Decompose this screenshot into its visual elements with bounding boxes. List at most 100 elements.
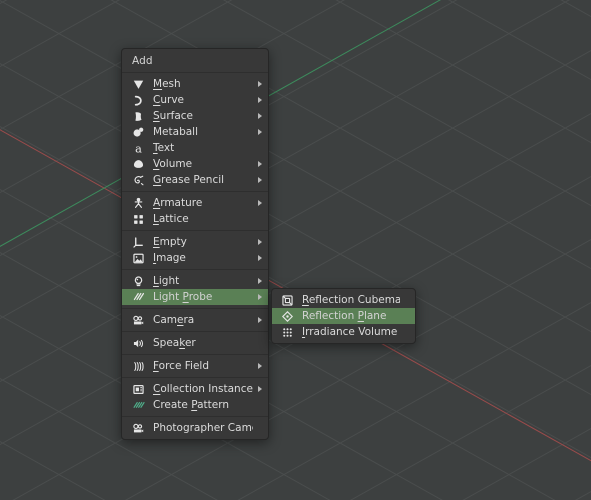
- grid-line: [0, 67, 591, 500]
- menu-item-label: Photographer Camera: [153, 422, 253, 434]
- lattice-icon: [131, 212, 146, 226]
- curve-icon: [131, 93, 146, 107]
- add-menu-item-camera[interactable]: Camera: [122, 312, 268, 328]
- add-menu-item-volume[interactable]: Volume: [122, 156, 268, 172]
- add-menu-title: Add: [132, 55, 153, 67]
- grid-line: [0, 0, 591, 53]
- reflection-plane-icon: [280, 309, 295, 323]
- light-probe-item-reflection-cubemap[interactable]: Reflection Cubemap: [272, 292, 415, 308]
- light-probe-item-reflection-plane[interactable]: Reflection Plane: [272, 308, 415, 324]
- light-probe-item-irradiance-volume[interactable]: Irradiance Volume: [272, 324, 415, 340]
- menu-separator: [122, 191, 268, 192]
- light-icon: [131, 274, 146, 288]
- add-menu-item-armature[interactable]: Armature: [122, 195, 268, 211]
- grid-line: [0, 0, 591, 441]
- grid-line: [0, 0, 591, 116]
- add-menu-item-light[interactable]: Light: [122, 273, 268, 289]
- grid-line: [0, 0, 591, 305]
- menu-item-label: Light: [153, 275, 180, 287]
- submenu-arrow-icon: [253, 113, 262, 119]
- submenu-arrow-icon: [253, 386, 262, 392]
- blender-3d-viewport[interactable]: Add Mesh Curve Surface Metaball a Text Volume G…: [0, 0, 591, 500]
- grid-line: [0, 0, 591, 126]
- grid-line: [0, 14, 591, 500]
- add-menu[interactable]: Add Mesh Curve Surface Metaball a Text Volume G…: [121, 48, 269, 440]
- submenu-arrow-icon: [253, 200, 262, 206]
- add-menu-item-speaker[interactable]: Speaker: [122, 335, 268, 351]
- menu-item-label: Grease Pencil: [153, 174, 225, 186]
- menu-item-label: Speaker: [153, 337, 196, 349]
- add-menu-item-create-pattern[interactable]: Create Pattern: [122, 397, 268, 413]
- grid-line: [0, 329, 591, 500]
- add-menu-item-list: Mesh Curve Surface Metaball a Text Volume Greas…: [122, 73, 268, 436]
- grid-line: [0, 445, 591, 500]
- grid-line: [0, 382, 591, 500]
- submenu-arrow-icon: [253, 278, 262, 284]
- add-menu-item-image[interactable]: Image: [122, 250, 268, 266]
- add-menu-item-collection-instance[interactable]: Collection Instance: [122, 381, 268, 397]
- force-field-icon: [131, 359, 146, 373]
- grid-line: [0, 319, 591, 500]
- irradiance-volume-icon: [280, 325, 295, 339]
- menu-item-label: Curve: [153, 94, 184, 106]
- light-probe-submenu[interactable]: Reflection Cubemap Reflection Plane Irradi…: [271, 288, 416, 344]
- add-menu-item-curve[interactable]: Curve: [122, 92, 268, 108]
- menu-item-label: Image: [153, 252, 186, 264]
- empty-icon: [131, 235, 146, 249]
- menu-item-label: Camera: [153, 314, 195, 326]
- surface-icon: [131, 109, 146, 123]
- submenu-arrow-icon: [253, 177, 262, 183]
- camera-icon: [131, 313, 146, 327]
- grid-line: [0, 0, 591, 431]
- menu-item-label: Create Pattern: [153, 399, 230, 411]
- axis-line-y: [0, 0, 553, 426]
- create-pattern-icon: [131, 398, 146, 412]
- grid-line: [0, 0, 591, 315]
- submenu-arrow-icon: [253, 363, 262, 369]
- grease-pencil-icon: [131, 173, 146, 187]
- menu-item-label: Text: [153, 142, 175, 154]
- add-menu-item-light-probe[interactable]: Light Probe: [122, 289, 268, 305]
- grid-line: [0, 0, 591, 63]
- menu-item-label: Mesh: [153, 78, 181, 90]
- menu-item-label: Volume: [153, 158, 193, 170]
- menu-separator: [122, 331, 268, 332]
- add-menu-item-photographer-camera[interactable]: Photographer Camera: [122, 420, 268, 436]
- menu-item-label: Reflection Plane: [302, 310, 387, 322]
- submenu-arrow-icon: [253, 294, 262, 300]
- speaker-icon: [131, 336, 146, 350]
- submenu-arrow-icon: [253, 161, 262, 167]
- submenu-arrow-icon: [253, 81, 262, 87]
- light-probe-icon: [131, 290, 146, 304]
- submenu-arrow-icon: [253, 239, 262, 245]
- menu-item-label: Armature: [153, 197, 203, 209]
- menu-item-label: Collection Instance: [153, 383, 253, 395]
- add-menu-item-surface[interactable]: Surface: [122, 108, 268, 124]
- metaball-icon: [131, 125, 146, 139]
- menu-item-label: Force Field: [153, 360, 209, 372]
- grid-line: [0, 0, 591, 242]
- grid-line: [0, 0, 591, 252]
- text-icon: a: [131, 141, 146, 155]
- menu-separator: [122, 230, 268, 231]
- add-menu-item-lattice[interactable]: Lattice: [122, 211, 268, 227]
- menu-item-label: Surface: [153, 110, 194, 122]
- mesh-icon: [131, 77, 146, 91]
- menu-item-label: Empty: [153, 236, 187, 248]
- grid-line: [0, 4, 591, 494]
- add-menu-item-text[interactable]: a Text: [122, 140, 268, 156]
- menu-item-label: Metaball: [153, 126, 199, 138]
- light-probe-submenu-item-list: Reflection Cubemap Reflection Plane Irradi…: [272, 292, 415, 340]
- grid-line: [0, 203, 591, 500]
- add-menu-item-mesh[interactable]: Mesh: [122, 76, 268, 92]
- add-menu-item-force-field[interactable]: Force Field: [122, 358, 268, 374]
- menu-item-label: Lattice: [153, 213, 189, 225]
- add-menu-item-grease-pencil[interactable]: Grease Pencil: [122, 172, 268, 188]
- menu-separator: [122, 308, 268, 309]
- add-menu-item-empty[interactable]: Empty: [122, 234, 268, 250]
- menu-item-label: Reflection Cubemap: [302, 294, 400, 306]
- grid-line: [0, 0, 591, 189]
- menu-separator: [122, 416, 268, 417]
- add-menu-item-metaball[interactable]: Metaball: [122, 124, 268, 140]
- image-icon: [131, 251, 146, 265]
